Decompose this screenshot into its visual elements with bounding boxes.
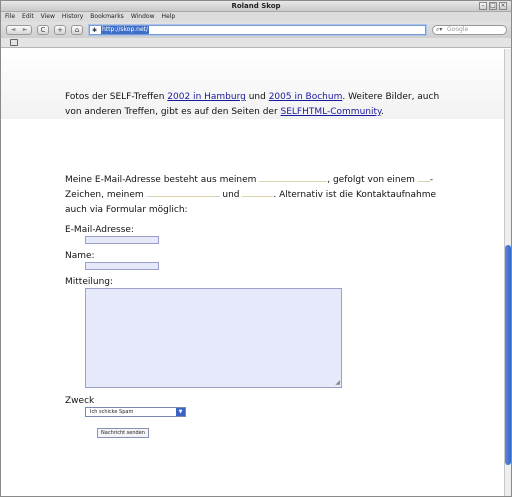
fotos-paragraph: Fotos der SELF-Treffen 2002 in Hamburg u… — [65, 90, 445, 120]
resize-grip-icon[interactable]: ◢ — [335, 380, 340, 386]
title-bar: Roland Skop – □ × — [1, 1, 511, 12]
page-content: Fotos der SELF-Treffen 2002 in Hamburg u… — [1, 49, 504, 496]
email-text: Meine E-Mail-Adresse besteht aus meinem — [65, 175, 260, 185]
close-button[interactable]: × — [499, 2, 507, 10]
purpose-select[interactable]: Ich schicke Spam ▼ — [85, 407, 186, 417]
site-favicon-icon: ✱ — [92, 27, 98, 34]
link-selfhtml-community[interactable]: SELFHTML-Community — [281, 107, 382, 117]
maximize-button[interactable]: □ — [489, 2, 497, 10]
fotos-text: Fotos der SELF-Treffen — [65, 92, 168, 102]
link-2002-hamburg[interactable]: 2002 in Hamburg — [167, 92, 246, 102]
menu-bookmarks[interactable]: Bookmarks — [90, 12, 124, 22]
chevron-down-icon[interactable]: ▼ — [176, 408, 185, 416]
address-bar[interactable]: ✱ http://skop.net/ — [89, 25, 426, 35]
address-url[interactable]: http://skop.net/ — [101, 26, 150, 34]
menu-history[interactable]: History — [62, 12, 83, 22]
minimize-button[interactable]: – — [479, 2, 487, 10]
home-button[interactable]: ⌂ — [71, 25, 83, 35]
fotos-text: und — [245, 92, 269, 102]
reload-button[interactable]: C — [37, 25, 49, 35]
vertical-scrollbar[interactable] — [504, 49, 511, 496]
message-textarea[interactable]: ◢ — [85, 288, 342, 388]
email-blank-at — [417, 173, 430, 182]
email-text: und — [219, 190, 243, 200]
browser-window: Roland Skop – □ × File Edit View History… — [0, 0, 512, 497]
back-forward-group: ◄ ► — [6, 25, 32, 35]
bookmarks-bar — [1, 38, 511, 48]
window-title: Roland Skop — [231, 2, 281, 10]
purpose-label: Zweck — [65, 396, 95, 406]
name-input[interactable] — [85, 262, 159, 270]
back-button[interactable]: ◄ — [7, 26, 19, 34]
navigation-toolbar: ◄ ► C + ⌂ ✱ http://skop.net/ ⌕▾ Google — [1, 22, 511, 38]
email-input[interactable] — [85, 236, 159, 244]
add-bookmark-button[interactable]: + — [54, 25, 66, 35]
forward-button[interactable]: ► — [19, 26, 31, 34]
menu-window[interactable]: Window — [131, 12, 155, 22]
link-2005-bochum[interactable]: 2005 in Bochum — [269, 92, 343, 102]
search-placeholder: Google — [447, 26, 469, 33]
search-icon: ⌕▾ — [436, 26, 443, 33]
search-field[interactable]: ⌕▾ Google — [432, 25, 507, 35]
menu-file[interactable]: File — [5, 12, 15, 22]
menu-edit[interactable]: Edit — [22, 12, 34, 22]
message-label: Mitteilung: — [65, 277, 114, 287]
name-label: Name: — [65, 251, 95, 261]
send-message-button[interactable]: Nachricht senden — [97, 428, 149, 438]
menu-help[interactable]: Help — [161, 12, 175, 22]
fotos-text: . — [381, 107, 384, 117]
email-paragraph: Meine E-Mail-Adresse besteht aus meinem … — [65, 173, 445, 218]
email-text: , gefolgt von einem — [327, 175, 418, 185]
email-blank-2 — [146, 188, 220, 197]
menu-bar: File Edit View History Bookmarks Window … — [1, 12, 511, 22]
scrollbar-thumb[interactable] — [505, 245, 511, 465]
email-blank-1 — [259, 173, 328, 182]
purpose-selected-value: Ich schicke Spam — [90, 409, 134, 415]
bookmarks-book-icon[interactable] — [10, 39, 18, 46]
email-label: E-Mail-Adresse: — [65, 225, 134, 235]
email-blank-3 — [242, 188, 274, 197]
menu-view[interactable]: View — [41, 12, 55, 22]
